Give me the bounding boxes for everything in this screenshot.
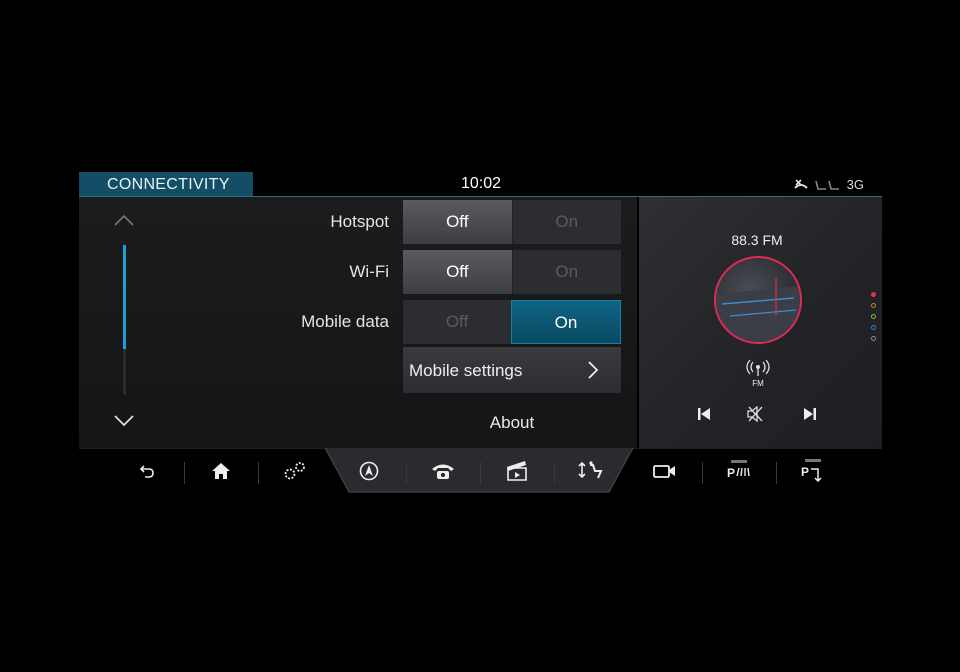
settings-button[interactable]	[281, 458, 309, 484]
phone-missed-icon	[793, 178, 808, 189]
scrollbar[interactable]	[123, 245, 126, 395]
svg-text:P: P	[727, 466, 735, 480]
settings-panel: Hotspot Off On Wi-Fi Off On Mobile data …	[79, 197, 637, 448]
park-assist-icon: P	[727, 460, 750, 480]
network-type: 3G	[846, 177, 864, 192]
hotspot-on-button[interactable]: On	[512, 200, 621, 244]
page-dot-2[interactable]	[871, 303, 876, 308]
mobile-data-off-button[interactable]: Off	[403, 300, 511, 344]
media-button[interactable]	[503, 458, 531, 484]
page-indicator	[871, 292, 876, 341]
clock: 10:02	[460, 175, 502, 192]
nav-divider	[554, 462, 555, 484]
wifi-on-button[interactable]: On	[512, 250, 621, 294]
climate-icon	[578, 461, 603, 479]
settings-gears-icon	[284, 462, 305, 480]
climate-button[interactable]	[577, 458, 605, 484]
park-assist-button[interactable]: P	[725, 458, 753, 484]
nav-divider	[406, 462, 407, 484]
mobile-settings-button[interactable]: Mobile settings	[403, 347, 621, 393]
fm-label: FM	[752, 379, 764, 388]
navigation-icon	[359, 461, 379, 481]
media-clapper-icon	[507, 461, 527, 481]
scroll-down-icon[interactable]	[113, 414, 135, 428]
camera-button[interactable]	[651, 458, 679, 484]
wifi-label: Wi-Fi	[349, 262, 389, 281]
nav-divider	[702, 462, 703, 484]
status-icons: 3G	[793, 177, 864, 192]
hotspot-label: Hotspot	[330, 212, 389, 231]
nav-divider	[184, 462, 185, 484]
navigation-button[interactable]	[355, 458, 383, 484]
phone-button[interactable]	[429, 458, 457, 484]
artwork-image	[716, 278, 800, 342]
page-dot-5[interactable]	[871, 336, 876, 341]
hotspot-toggle: Off On	[403, 200, 621, 244]
bottom-navigation: P P	[79, 448, 882, 494]
nav-divider	[480, 462, 481, 484]
page-dot-4[interactable]	[871, 325, 876, 330]
nav-divider	[776, 462, 777, 484]
status-header: CONNECTIVITY 10:02 3G	[79, 172, 882, 197]
svg-text:P: P	[801, 465, 809, 479]
wifi-off-button[interactable]: Off	[403, 250, 513, 294]
next-track-icon[interactable]	[801, 405, 819, 423]
mobile-data-on-button[interactable]: On	[511, 300, 621, 344]
scroll-up-icon[interactable]	[113, 213, 135, 227]
nav-divider	[258, 462, 259, 484]
page-title: CONNECTIVITY	[79, 172, 253, 196]
station-artwork	[714, 256, 802, 344]
seat-icon	[814, 180, 839, 190]
about-item[interactable]: About	[403, 413, 621, 433]
phone-icon	[432, 464, 454, 479]
back-button[interactable]	[133, 458, 161, 484]
infotainment-screen: CONNECTIVITY 10:02 3G Hotspot Off On Wi-…	[79, 172, 882, 494]
mobile-data-toggle: Off On	[403, 300, 621, 344]
back-icon	[139, 465, 154, 478]
home-icon	[212, 463, 230, 479]
radio-frequency: 88.3 FM	[731, 232, 783, 248]
wifi-toggle: Off On	[403, 250, 621, 294]
park-exit-button[interactable]: P	[799, 458, 827, 484]
media-panel[interactable]: 88.3 FM FM	[639, 197, 882, 448]
park-exit-icon: P	[801, 459, 822, 483]
hotspot-off-button[interactable]: Off	[403, 200, 513, 244]
page-dot-3[interactable]	[871, 314, 876, 319]
page-dot-1[interactable]	[871, 292, 876, 297]
mobile-data-label: Mobile data	[301, 312, 389, 331]
chevron-right-icon	[588, 361, 599, 379]
previous-track-icon[interactable]	[695, 405, 713, 423]
mobile-settings-label: Mobile settings	[409, 361, 523, 380]
fm-radio-icon: FM	[746, 359, 770, 388]
home-button[interactable]	[207, 458, 235, 484]
camera-icon	[653, 465, 675, 478]
scrollbar-thumb[interactable]	[123, 245, 126, 349]
mute-icon[interactable]	[746, 405, 764, 423]
